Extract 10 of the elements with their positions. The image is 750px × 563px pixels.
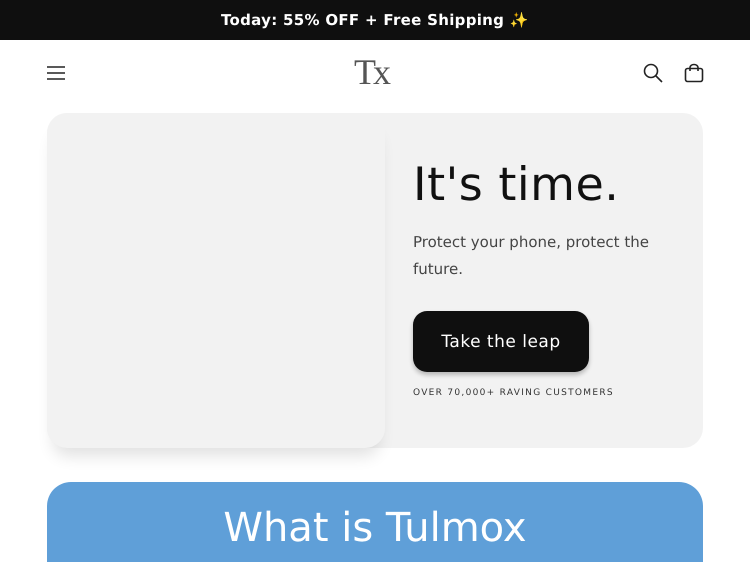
hero-title: It's time. bbox=[413, 156, 620, 213]
cta-button[interactable]: Take the leap bbox=[413, 311, 589, 372]
hero-text: Protect your phone, protect the future. bbox=[413, 232, 650, 280]
menu-icon[interactable] bbox=[46, 64, 66, 80]
section-title: What is Tulmox bbox=[223, 506, 527, 553]
announcement-text: Today: 55% OFF + Free Shipping ✨ bbox=[220, 11, 530, 29]
search-icon[interactable] bbox=[643, 62, 663, 82]
bag-icon[interactable] bbox=[684, 62, 704, 82]
customers-caption: OVER 70,000+ RAVING CUSTOMERS bbox=[413, 388, 615, 398]
logo[interactable]: Tx bbox=[354, 50, 388, 94]
